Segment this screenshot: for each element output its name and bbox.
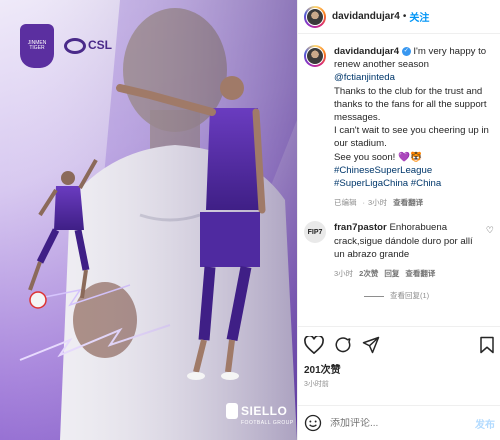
comment-bubble-icon[interactable] [334, 336, 352, 354]
comment-time: 3小时 [334, 269, 354, 279]
comment-composer: 发布 [298, 405, 500, 440]
sponsor-icon [226, 402, 238, 419]
caption: davidandujar4 ✓ I'm very happy to renew … [298, 34, 500, 209]
save-bookmark-icon[interactable] [479, 336, 495, 354]
comment-likes[interactable]: 2次赞 [359, 269, 378, 278]
caption-line3: I can't wait to see you cheering up in o… [334, 125, 489, 150]
sponsor-subtitle: FOOTBALL GROUP [241, 420, 294, 426]
post-comment-button[interactable]: 发布 [475, 416, 495, 431]
add-comment-input[interactable] [330, 417, 475, 429]
author-username[interactable]: davidandujar4 [332, 11, 400, 22]
caption-avatar[interactable] [304, 45, 326, 67]
edited-label: 已编辑 [334, 198, 357, 208]
caption-meta: 已编辑 · 3小时 查看翻译 [334, 196, 494, 209]
follow-button[interactable]: 关注 [409, 9, 429, 24]
comment-meta: 3小时 2次赞 回复 查看翻译 [334, 267, 484, 280]
meta-sep: · [362, 198, 366, 208]
action-icons [304, 333, 495, 357]
view-replies[interactable]: 查看回复(1) [364, 290, 500, 301]
post-header: davidandujar4 • 关注 [298, 0, 500, 34]
post-image[interactable]: JINMEN TIGER CSL SIELLO FOOTBALL GROUP [0, 0, 297, 440]
club-badge-logo: JINMEN TIGER [20, 24, 54, 68]
csl-text: CSL [88, 38, 112, 53]
caption-hashtags-china[interactable]: #SuperLigaChina #China [334, 178, 441, 189]
instagram-post: JINMEN TIGER CSL SIELLO FOOTBALL GROUP d… [0, 0, 500, 440]
header-separator: • [402, 11, 407, 22]
see-translation-link[interactable]: 查看翻译 [393, 198, 423, 207]
comment-body: fran7pastor Enhorabuena crack,sigue dánd… [334, 221, 484, 280]
reply-button[interactable]: 回复 [384, 269, 399, 278]
verified-badge-icon: ✓ [401, 46, 411, 56]
csl-mark-icon [64, 38, 86, 54]
comment-item: FIP7 fran7pastor Enhorabuena crack,sigue… [298, 209, 500, 280]
post-timestamp: 3小时前 [304, 381, 329, 388]
caption-hashtag-csl[interactable]: #ChineseSuperLeague [334, 165, 432, 176]
caption-username[interactable]: davidandujar4 [334, 46, 399, 57]
sponsor-name: SIELLO [241, 403, 288, 418]
commenter-username[interactable]: fran7pastor [334, 222, 387, 233]
commenter-avatar[interactable]: FIP7 [304, 221, 326, 244]
caption-time: 3小时 [368, 198, 388, 208]
share-paper-plane-icon[interactable] [362, 336, 380, 354]
view-replies-label[interactable]: 查看回复(1) [390, 291, 429, 300]
like-count[interactable]: 201次赞 [304, 361, 495, 376]
caption-mention[interactable]: @fctianjinteda [334, 72, 395, 83]
post-actions: 201次赞 3小时前 [298, 326, 500, 389]
csl-league-logo: CSL [64, 38, 112, 54]
emoji-smiley-icon[interactable] [304, 414, 322, 432]
comment-translate-link[interactable]: 查看翻译 [405, 269, 435, 278]
replies-divider [364, 295, 384, 297]
author-avatar[interactable] [304, 5, 326, 28]
caption-line4: See you soon! 💜🐯 [334, 151, 422, 163]
post-side-panel: davidandujar4 • 关注 davidandujar4 ✓ I'm v… [297, 0, 500, 440]
comment-like-heart-icon[interactable]: ♡ [486, 225, 494, 236]
like-heart-icon[interactable] [304, 336, 324, 354]
caption-body: davidandujar4 ✓ I'm very happy to renew … [334, 45, 494, 209]
sponsor-logo: SIELLO FOOTBALL GROUP [226, 402, 294, 426]
caption-line2: Thanks to the club for the trust and tha… [334, 85, 487, 124]
